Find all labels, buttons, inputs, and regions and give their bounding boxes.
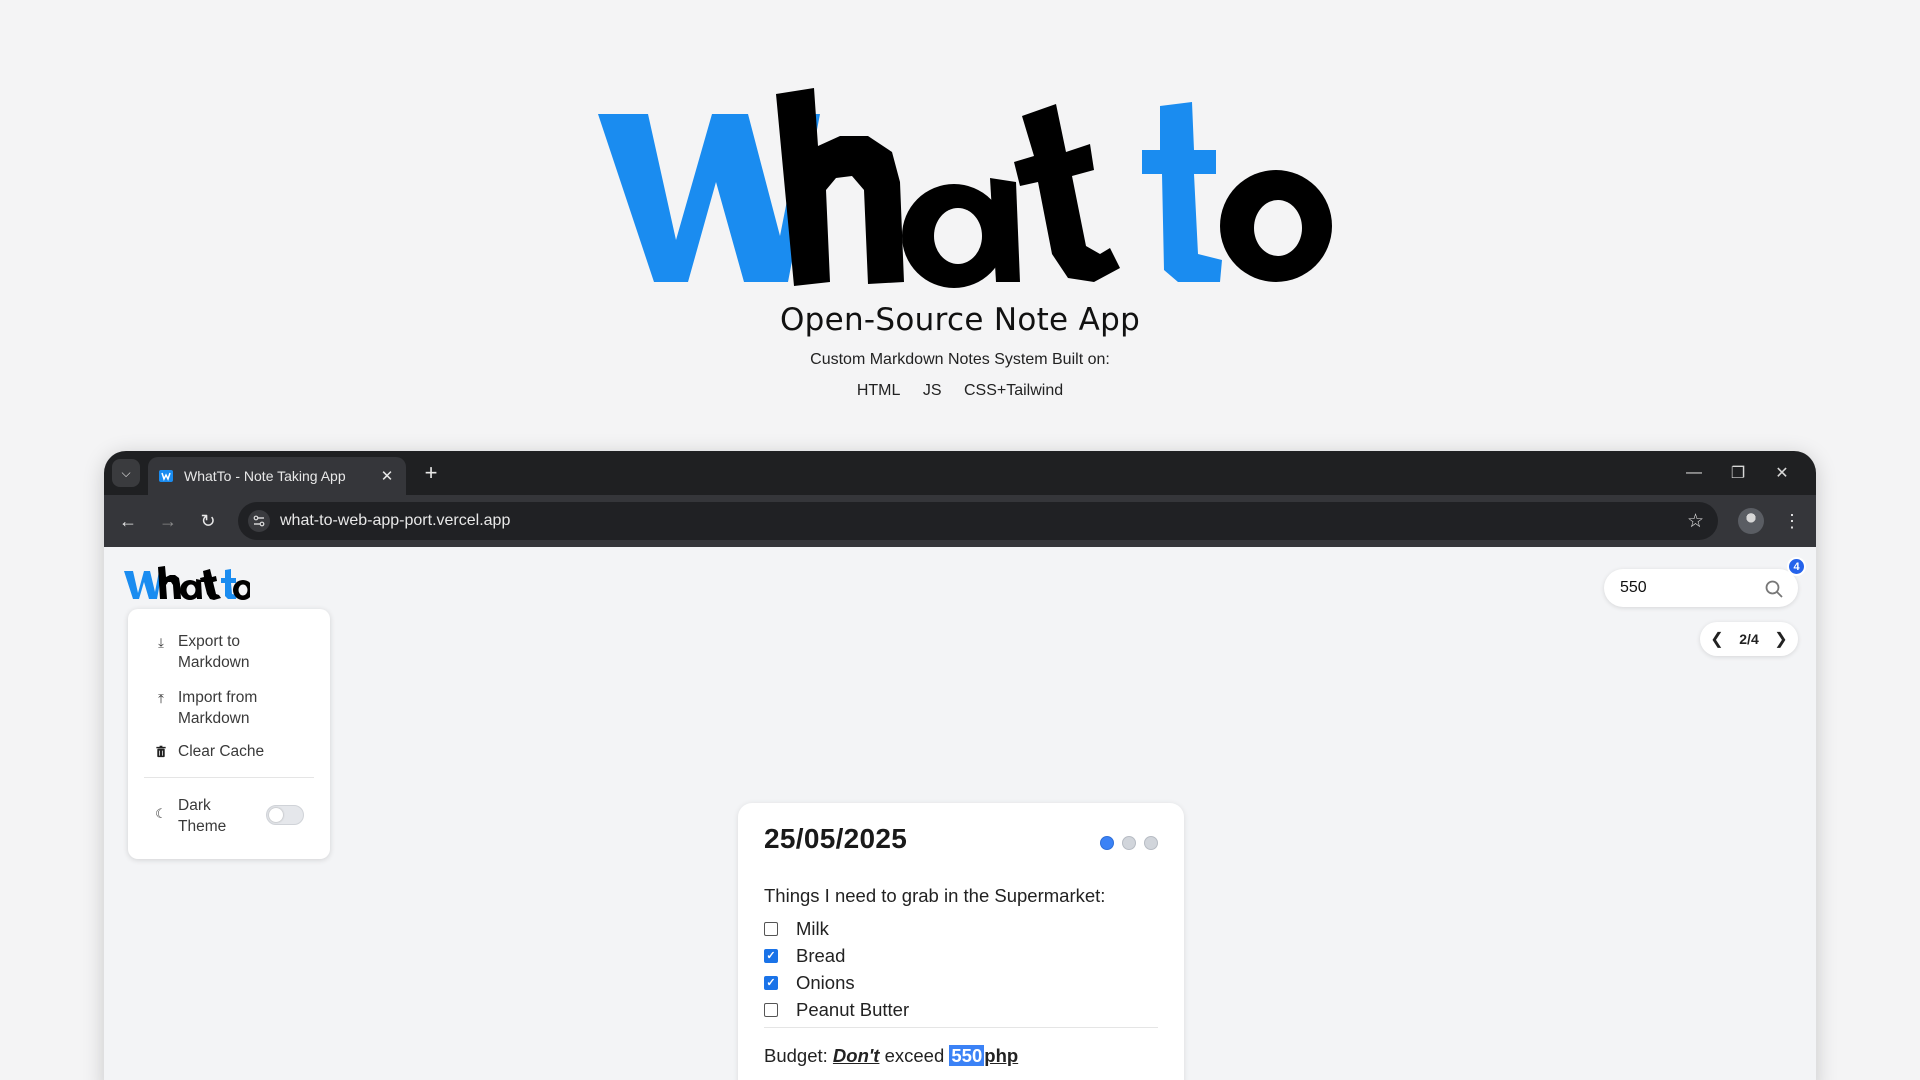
site-info-icon[interactable] (248, 510, 270, 532)
trash-icon (156, 745, 166, 758)
clear-label: Clear Cache (178, 743, 265, 760)
settings-menu: ⤓ Export to Markdown ⤒ Import from Markd… (128, 609, 330, 859)
search-icon[interactable] (1764, 579, 1784, 599)
favicon-icon (159, 470, 173, 482)
tab-search-button[interactable]: ⌵ (112, 459, 140, 487)
download-icon: ⤓ (158, 635, 164, 650)
color-dot-gray-2[interactable] (1144, 836, 1158, 850)
match-count-badge: 4 (1787, 557, 1806, 576)
budget-line: Budget: Don't exceed 550 php (764, 1045, 1018, 1067)
list-item-label: Milk (796, 917, 829, 939)
tab-bar: ⌵ WhatTo - Note Taking App ✕ + — ❐ ✕ (104, 451, 1816, 495)
dark-theme-label: Dark Theme (178, 797, 227, 835)
list-item: ✓ Onions (764, 969, 909, 996)
note-heading: Things I need to grab in the Supermarket… (764, 885, 1106, 906)
export-label: Export to Markdown (178, 633, 250, 671)
budget-emphasis: Don't (832, 1045, 880, 1066)
window-close-icon[interactable]: ✕ (1760, 457, 1804, 489)
checkbox[interactable] (764, 921, 778, 936)
upload-icon: ⤒ (158, 691, 164, 706)
tech-stack: HTML JS CSS+Tailwind (0, 382, 1920, 400)
hero-description: Custom Markdown Notes System Built on: (810, 351, 1110, 368)
menu-divider (144, 777, 314, 778)
list-item-label: Onions (796, 971, 855, 993)
list-item-label: Bread (796, 944, 846, 966)
list-item: Milk (764, 915, 909, 942)
export-markdown-button[interactable]: ⤓ Export to Markdown (154, 631, 298, 673)
chevron-right-icon[interactable]: ❯ (1774, 629, 1788, 649)
hero-subtitle: Open-Source Note App (779, 302, 1141, 338)
color-dots (1092, 836, 1158, 850)
import-label: Import from Markdown (178, 689, 258, 727)
dark-theme-row: ☾ Dark Theme (154, 795, 258, 837)
budget-unit: php (984, 1045, 1019, 1066)
url-text: what-to-web-app-port.vercel.app (280, 512, 511, 529)
import-markdown-button[interactable]: ⤒ Import from Markdown (154, 687, 298, 729)
checkbox[interactable] (764, 1002, 778, 1017)
checklist: Milk ✓ Bread ✓ Onions Peanut Butter (764, 915, 909, 1023)
budget-mid: exceed (884, 1045, 945, 1066)
toggle-knob (269, 808, 283, 822)
bookmark-star-icon[interactable]: ☆ (1687, 510, 1704, 533)
browser-tab[interactable]: WhatTo - Note Taking App ✕ (148, 457, 406, 495)
window-controls: — ❐ ✕ (1672, 457, 1804, 489)
chevron-left-icon[interactable]: ❮ (1710, 629, 1724, 649)
browser-window: ⌵ WhatTo - Note Taking App ✕ + — ❐ ✕ ← →… (104, 451, 1816, 1080)
tab-title: WhatTo - Note Taking App (184, 468, 346, 484)
new-tab-button[interactable]: + (417, 459, 445, 487)
list-item: Peanut Butter (764, 996, 909, 1023)
app-content: ⤓ Export to Markdown ⤒ Import from Markd… (104, 547, 1816, 1080)
list-item: ✓ Bread (764, 942, 909, 969)
list-item-label: Peanut Butter (796, 998, 910, 1020)
budget-prefix: Budget: (764, 1045, 828, 1066)
color-dot-gray[interactable] (1122, 836, 1136, 850)
search-box (1604, 569, 1798, 607)
close-icon[interactable]: ✕ (378, 467, 396, 485)
moon-icon: ☾ (155, 806, 167, 821)
note-divider (764, 1027, 1158, 1028)
tech-js: JS (922, 382, 942, 399)
checkbox[interactable]: ✓ (764, 975, 778, 990)
address-bar[interactable]: what-to-web-app-port.vercel.app ☆ (238, 502, 1718, 540)
chevron-down-icon: ⌵ (121, 465, 131, 480)
minimize-icon[interactable]: — (1672, 457, 1716, 489)
app-logo (124, 566, 250, 600)
tech-html: HTML (856, 382, 901, 399)
kebab-menu-icon[interactable]: ⋮ (1782, 507, 1802, 535)
search-input[interactable] (1620, 577, 1750, 599)
hero-logo (598, 88, 1332, 288)
pager-label: 2/4 (1739, 631, 1759, 647)
browser-toolbar: ← → ↻ what-to-web-app-port.vercel.app ☆ … (104, 495, 1816, 547)
clear-cache-button[interactable]: Clear Cache (154, 741, 298, 762)
note-card[interactable]: 25/05/2025 Things I need to grab in the … (738, 803, 1184, 1080)
dark-theme-toggle[interactable] (266, 805, 304, 825)
plus-icon: + (424, 460, 438, 485)
note-date: 25/05/2025 (764, 823, 908, 854)
tech-css: CSS+Tailwind (963, 382, 1064, 399)
search-pager: ❮ 2/4 ❯ (1700, 622, 1798, 656)
reload-icon[interactable]: ↻ (194, 507, 222, 535)
profile-avatar[interactable] (1738, 508, 1764, 534)
forward-arrow-icon[interactable]: → (154, 507, 182, 535)
restore-icon[interactable]: ❐ (1716, 457, 1760, 489)
checkbox[interactable]: ✓ (764, 948, 778, 963)
color-dot-blue[interactable] (1100, 836, 1114, 850)
search-highlight: 550 (949, 1045, 985, 1066)
back-arrow-icon[interactable]: ← (114, 507, 142, 535)
